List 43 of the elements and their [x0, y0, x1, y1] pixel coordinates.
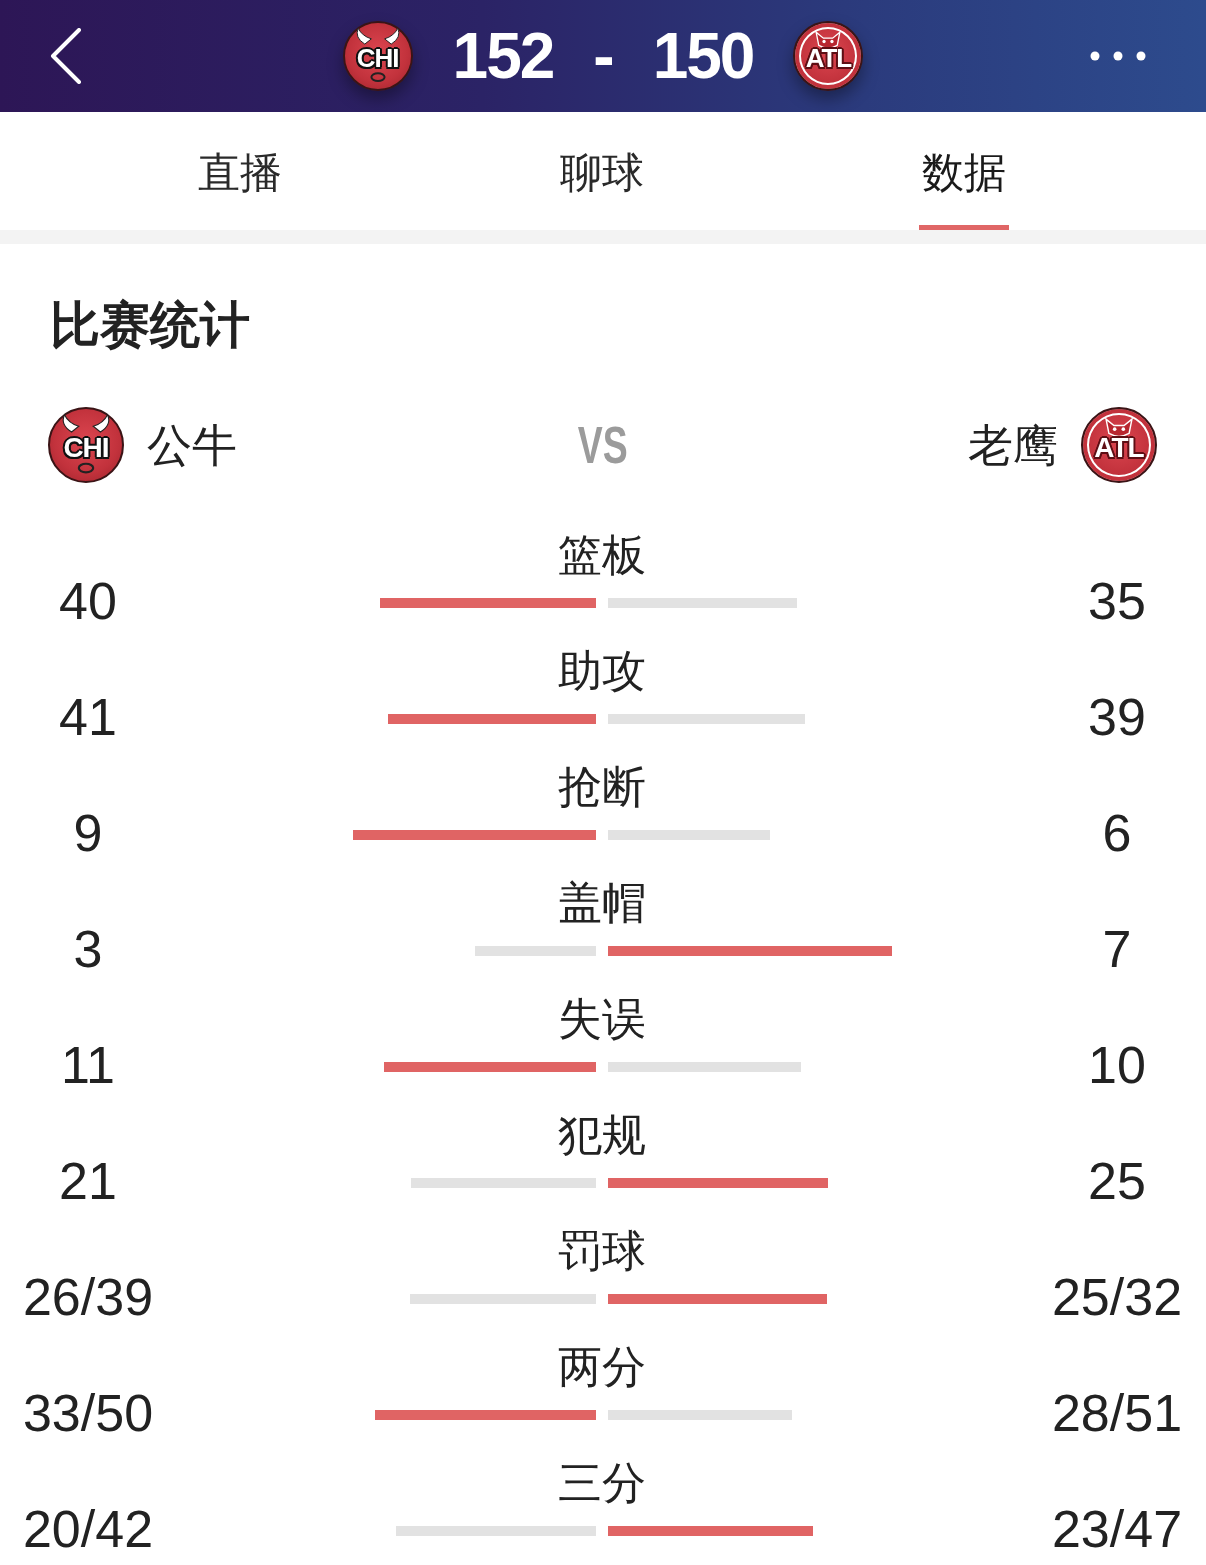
stat-value: 35	[1088, 580, 1146, 622]
stat-value: 39	[1088, 696, 1146, 738]
stat-value: 40	[59, 580, 117, 622]
stat-value: 20/42	[22, 1508, 154, 1550]
more-icon[interactable]	[1090, 51, 1146, 61]
stat-value: 7	[1102, 928, 1132, 970]
stat-value: 9	[73, 812, 103, 854]
stat-value: 26/39	[22, 1276, 154, 1318]
team-name: 老鹰	[968, 422, 1058, 468]
stat-label: 失误	[558, 994, 646, 1044]
stat-value: 25/32	[1051, 1276, 1183, 1318]
stat-value: 10	[1088, 1044, 1146, 1086]
away-score: 150	[652, 24, 754, 88]
section-title: 比赛统计	[50, 295, 250, 355]
tab[interactable]: 数据	[919, 112, 1009, 230]
tab[interactable]: 聊球	[557, 112, 647, 230]
stat-label: 三分	[558, 1458, 646, 1508]
stat-label: 罚球	[558, 1226, 646, 1276]
stat-value: 41	[59, 696, 117, 738]
team-logo: ATL	[1081, 407, 1157, 483]
back-icon[interactable]	[50, 28, 82, 84]
tab[interactable]: 直播	[195, 112, 285, 230]
stat-value: 6	[1102, 812, 1132, 854]
team-name: 公牛	[147, 422, 237, 468]
stat-value: 11	[61, 1044, 115, 1086]
stat-label: 篮板	[558, 530, 646, 580]
stat-value: 21	[59, 1160, 117, 1202]
stat-value: 3	[73, 928, 103, 970]
stat-value: 33/50	[22, 1392, 154, 1434]
stat-label: 抢断	[558, 762, 646, 812]
score-separator: -	[593, 24, 613, 88]
home-score: 152	[452, 24, 554, 88]
stat-label: 犯规	[558, 1110, 646, 1160]
stat-label: 盖帽	[558, 878, 646, 928]
team-logo: CHI	[48, 407, 124, 483]
team-logo: CHI	[342, 21, 413, 91]
stat-value: 28/51	[1051, 1392, 1183, 1434]
stat-label: 两分	[558, 1342, 646, 1392]
versus-label: VS	[577, 419, 628, 471]
stat-label: 助攻	[558, 646, 646, 696]
stat-value: 23/47	[1051, 1508, 1183, 1550]
stat-value: 25	[1088, 1160, 1146, 1202]
team-logo: ATL	[793, 21, 864, 91]
